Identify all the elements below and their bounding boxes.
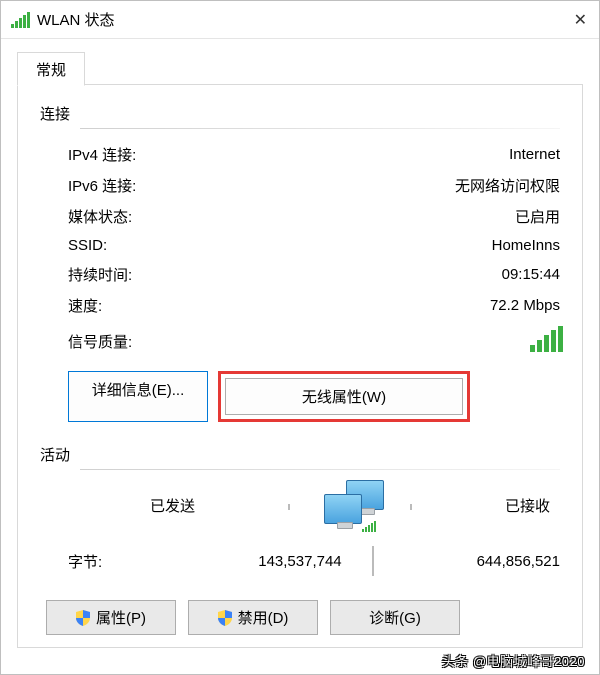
diagnose-button-label: 诊断(G) [369, 607, 421, 628]
ipv4-value: Internet [509, 146, 560, 163]
tabstrip: 常规 [17, 49, 583, 85]
speed-label: 速度: [68, 295, 102, 316]
ssid-value: HomeInns [492, 237, 560, 254]
activity-icon-row: 已发送 已接收 [40, 480, 560, 530]
duration-value: 09:15:44 [502, 266, 560, 283]
watermark-text: 头条 @电脑城峰哥2020 [442, 651, 585, 670]
diagnose-button[interactable]: 诊断(G) [330, 600, 460, 635]
row-ssid: SSID: HomeInns [40, 232, 560, 259]
wireless-properties-button[interactable]: 无线属性(W) [225, 378, 463, 415]
signal-label: 信号质量: [68, 331, 132, 352]
details-button[interactable]: 详细信息(E)... [68, 371, 208, 422]
window-title: WLAN 状态 [37, 9, 547, 30]
received-label: 已接收 [454, 495, 550, 516]
uac-shield-icon [218, 610, 232, 626]
sent-label: 已发送 [150, 495, 246, 516]
media-label: 媒体状态: [68, 206, 132, 227]
connection-buttons: 详细信息(E)... 无线属性(W) [40, 361, 560, 438]
row-speed: 速度: 72.2 Mbps [40, 290, 560, 321]
separator [372, 546, 374, 576]
disable-button-label: 禁用(D) [238, 607, 289, 628]
signal-quality-icon [530, 326, 560, 356]
divider [80, 469, 560, 470]
bytes-sent-value: 143,537,744 [185, 553, 341, 570]
tab-panel-general: 连接 IPv4 连接: Internet IPv6 连接: 无网络访问权限 媒体… [17, 84, 583, 648]
wlan-status-dialog: WLAN 状态 ✕ 常规 连接 IPv4 连接: Internet IPv6 连… [0, 0, 600, 675]
row-media: 媒体状态: 已启用 [40, 201, 560, 232]
ssid-label: SSID: [68, 237, 107, 254]
properties-button-label: 属性(P) [96, 607, 146, 628]
network-computers-icon [318, 480, 382, 530]
connection-section-title: 连接 [40, 103, 560, 124]
footer-buttons: 属性(P) 禁用(D) 诊断(G) [40, 582, 560, 635]
annotation-highlight: 无线属性(W) [218, 371, 470, 422]
uac-shield-icon [76, 610, 90, 626]
speed-value: 72.2 Mbps [490, 297, 560, 314]
bytes-label: 字节: [68, 551, 185, 572]
row-ipv6: IPv6 连接: 无网络访问权限 [40, 170, 560, 201]
ipv4-label: IPv4 连接: [68, 144, 136, 165]
properties-button[interactable]: 属性(P) [46, 600, 176, 635]
disable-button[interactable]: 禁用(D) [188, 600, 318, 635]
dialog-body: 常规 连接 IPv4 连接: Internet IPv6 连接: 无网络访问权限… [1, 39, 599, 648]
row-signal: 信号质量: [40, 321, 560, 361]
activity-section-title: 活动 [40, 444, 560, 465]
media-value: 已启用 [515, 206, 560, 227]
ipv6-value: 无网络访问权限 [455, 175, 560, 196]
duration-label: 持续时间: [68, 264, 132, 285]
bytes-received-value: 644,856,521 [404, 553, 560, 570]
ipv6-label: IPv6 连接: [68, 175, 136, 196]
close-button[interactable]: ✕ [547, 10, 587, 30]
row-ipv4: IPv4 连接: Internet [40, 139, 560, 170]
row-duration: 持续时间: 09:15:44 [40, 259, 560, 290]
titlebar: WLAN 状态 ✕ [1, 1, 599, 39]
divider [80, 128, 560, 129]
activity-section: 活动 已发送 已接收 [40, 444, 560, 582]
wifi-signal-icon [11, 12, 29, 28]
tab-general[interactable]: 常规 [17, 52, 85, 86]
bytes-row: 字节: 143,537,744 644,856,521 [40, 530, 560, 582]
